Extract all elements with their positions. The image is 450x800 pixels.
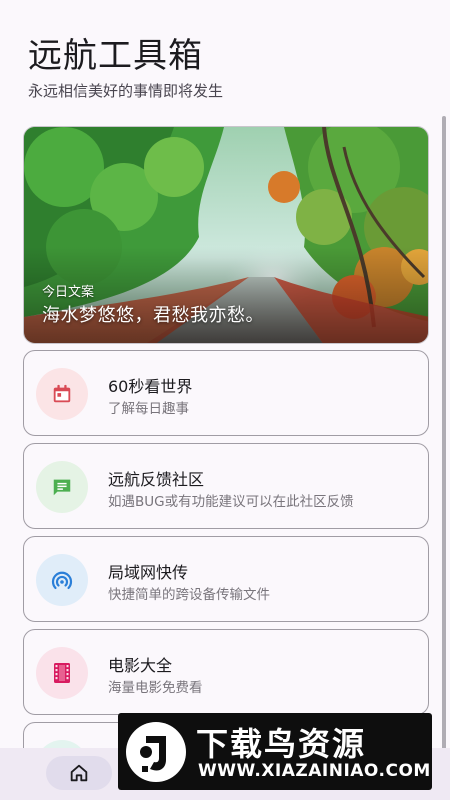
card-title: 电影大全 bbox=[108, 656, 173, 675]
daily-quote-label: 今日文案 bbox=[42, 285, 95, 300]
app-title: 远航工具箱 bbox=[28, 36, 203, 76]
card-title: 远航反馈社区 bbox=[108, 470, 205, 489]
film-icon bbox=[36, 647, 88, 699]
card-lan-transfer[interactable]: 局域网快传 快捷简单的跨设备传输文件 bbox=[23, 536, 429, 622]
card-60s-world[interactable]: 60秒看世界 了解每日趣事 bbox=[23, 350, 429, 436]
card-feedback-community[interactable]: 远航反馈社区 如遇BUG或有功能建议可以在此社区反馈 bbox=[23, 443, 429, 529]
card-description: 了解每日趣事 bbox=[108, 401, 189, 417]
watermark-url: WWW.XIAZAINIAO.COM bbox=[198, 761, 431, 781]
home-icon bbox=[70, 764, 88, 782]
watermark-logo bbox=[126, 722, 186, 782]
app-subtitle: 永远相信美好的事情即将发生 bbox=[28, 82, 224, 100]
calendar-icon bbox=[36, 368, 88, 420]
card-title: 60秒看世界 bbox=[108, 377, 193, 396]
wifi-tethering-icon bbox=[36, 554, 88, 606]
card-description: 海量电影免费看 bbox=[108, 680, 203, 696]
daily-quote-card[interactable]: 今日文案 海水梦悠悠，君愁我亦愁。 bbox=[23, 126, 429, 344]
card-title: 局域网快传 bbox=[108, 563, 189, 582]
watermark-banner: 下载鸟资源 WWW.XIAZAINIAO.COM bbox=[118, 713, 432, 790]
daily-quote-text: 海水梦悠悠，君愁我亦愁。 bbox=[42, 305, 264, 326]
nav-home-button[interactable] bbox=[46, 756, 112, 790]
scrollbar[interactable] bbox=[442, 116, 446, 756]
card-description: 如遇BUG或有功能建议可以在此社区反馈 bbox=[108, 494, 354, 510]
watermark-title: 下载鸟资源 bbox=[196, 725, 367, 763]
card-description: 快捷简单的跨设备传输文件 bbox=[108, 587, 270, 603]
chat-message-icon bbox=[36, 461, 88, 513]
card-movies[interactable]: 电影大全 海量电影免费看 bbox=[23, 629, 429, 715]
